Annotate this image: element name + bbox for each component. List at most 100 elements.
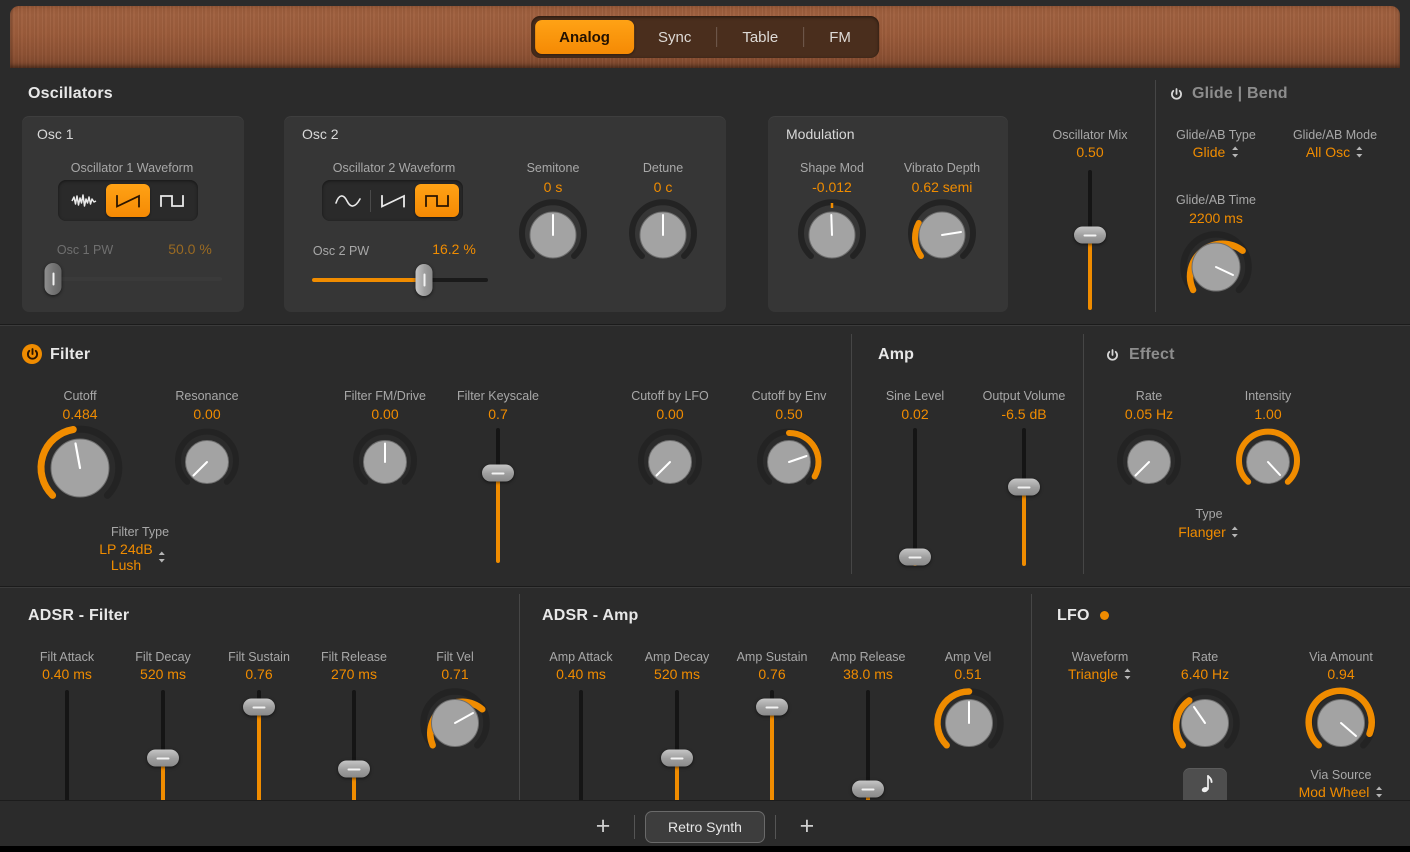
lfo-note-sync-button[interactable] bbox=[1183, 768, 1227, 802]
glide-mode-popup[interactable]: All Osc bbox=[1306, 144, 1364, 160]
filt-attack-label: Filt Attack bbox=[40, 650, 94, 664]
lfo-waveform-popup[interactable]: Triangle bbox=[1068, 666, 1132, 682]
slider-track bbox=[579, 690, 583, 802]
slider-thumb[interactable] bbox=[756, 699, 788, 716]
osc2-waveform-sine[interactable] bbox=[326, 184, 370, 217]
output-volume-slider[interactable] bbox=[1008, 428, 1040, 566]
slider-thumb[interactable] bbox=[338, 761, 370, 778]
cutoff-by-env-knob[interactable] bbox=[757, 430, 821, 494]
osc2-pw-label: Osc 2 PW bbox=[313, 244, 369, 258]
chevron-updown-icon bbox=[1374, 785, 1383, 799]
footer-divider bbox=[634, 815, 635, 839]
amp-attack-label: Amp Attack bbox=[549, 650, 612, 664]
amp-decay-slider[interactable] bbox=[661, 690, 693, 802]
vibrato-depth-knob[interactable] bbox=[908, 201, 976, 269]
lfo-via-amount-label: Via Amount bbox=[1309, 650, 1373, 664]
osc2-waveform-sawtooth[interactable] bbox=[371, 184, 415, 217]
lfo-rate-knob[interactable] bbox=[1170, 688, 1240, 758]
adsr-filter-title: ADSR - Filter bbox=[28, 607, 129, 625]
osc1-waveform-sawtooth[interactable] bbox=[106, 184, 150, 217]
slider-track bbox=[46, 277, 222, 281]
lfo-rate-value: 6.40 Hz bbox=[1181, 666, 1229, 682]
osc2-waveform-square[interactable] bbox=[415, 184, 459, 217]
sine-level-slider[interactable] bbox=[899, 428, 931, 566]
amp-sustain-slider[interactable] bbox=[756, 690, 788, 802]
shape-mod-knob[interactable] bbox=[798, 201, 866, 269]
cutoff-knob[interactable] bbox=[37, 425, 123, 511]
filt-attack-value: 0.40 ms bbox=[42, 666, 92, 682]
cutoff-by-lfo-knob[interactable] bbox=[638, 430, 702, 494]
semitone-value: 0 s bbox=[544, 179, 563, 195]
slider-track bbox=[913, 428, 917, 566]
filter-type-value: LP 24dB Lush bbox=[99, 541, 152, 573]
amp-release-slider[interactable] bbox=[852, 690, 884, 802]
lfo-via-amount-knob[interactable] bbox=[1306, 688, 1376, 758]
filter-power-button[interactable] bbox=[22, 344, 42, 364]
glide-type-popup[interactable]: Glide bbox=[1193, 144, 1240, 160]
filt-vel-knob[interactable] bbox=[420, 688, 490, 758]
slider-thumb[interactable] bbox=[243, 699, 275, 716]
preset-name-button[interactable]: Retro Synth bbox=[645, 811, 765, 843]
filt-decay-slider[interactable] bbox=[147, 690, 179, 802]
tab-sync[interactable]: Sync bbox=[634, 20, 715, 54]
slider-thumb[interactable] bbox=[1008, 479, 1040, 496]
add-plugin-left-button[interactable]: + bbox=[582, 812, 624, 842]
effect-type-popup[interactable]: Flanger bbox=[1178, 524, 1239, 540]
slider-thumb[interactable] bbox=[852, 781, 884, 798]
tab-table[interactable]: Table bbox=[718, 20, 802, 54]
osc1-pw-slider[interactable] bbox=[46, 262, 222, 296]
slider-thumb[interactable] bbox=[147, 750, 179, 767]
filt-decay-label: Filt Decay bbox=[135, 650, 191, 664]
slider-thumb[interactable] bbox=[45, 263, 62, 295]
filt-release-slider[interactable] bbox=[338, 690, 370, 802]
glide-time-knob[interactable] bbox=[1180, 231, 1252, 303]
amp-decay-label: Amp Decay bbox=[645, 650, 710, 664]
filter-fm-drive-knob[interactable] bbox=[353, 430, 417, 494]
amp-vel-knob[interactable] bbox=[934, 688, 1004, 758]
semitone-knob[interactable] bbox=[519, 201, 587, 269]
slider-thumb[interactable] bbox=[661, 750, 693, 767]
slider-thumb[interactable] bbox=[1074, 227, 1106, 244]
oscillator-mix-value: 0.50 bbox=[1076, 144, 1103, 160]
detune-knob[interactable] bbox=[629, 201, 697, 269]
glide-bend-power-button[interactable] bbox=[1166, 84, 1186, 104]
tab-divider bbox=[716, 27, 717, 47]
lfo-via-source-popup[interactable]: Mod Wheel bbox=[1299, 784, 1384, 800]
slider-thumb[interactable] bbox=[482, 465, 514, 482]
filter-keyscale-slider[interactable] bbox=[482, 428, 514, 563]
filter-type-popup[interactable]: LP 24dB Lush bbox=[99, 541, 166, 573]
slider-track bbox=[65, 690, 69, 802]
filt-attack-slider[interactable] bbox=[51, 690, 83, 802]
retro-synth-window: Analog Sync Table FM Oscillators Osc 1 O… bbox=[0, 0, 1410, 852]
osc2-label: Osc 2 bbox=[302, 126, 339, 142]
osc2-pw-slider[interactable] bbox=[312, 263, 488, 297]
slider-fill bbox=[496, 473, 500, 563]
sine-level-value: 0.02 bbox=[901, 406, 928, 422]
osc1-pw-value: 50.0 % bbox=[168, 241, 212, 257]
slider-thumb[interactable] bbox=[416, 264, 433, 296]
tab-fm[interactable]: FM bbox=[805, 20, 875, 54]
amp-vel-label: Amp Vel bbox=[945, 650, 992, 664]
osc1-waveform-square[interactable] bbox=[150, 184, 194, 217]
vibrato-depth-label: Vibrato Depth bbox=[904, 161, 980, 175]
effect-intensity-knob[interactable] bbox=[1236, 430, 1300, 494]
effect-power-button[interactable] bbox=[1102, 345, 1122, 365]
osc1-waveform-label: Oscillator 1 Waveform bbox=[71, 161, 193, 175]
filt-sustain-slider[interactable] bbox=[243, 690, 275, 802]
amp-release-value: 38.0 ms bbox=[843, 666, 893, 682]
osc1-waveform-noise[interactable] bbox=[62, 184, 106, 217]
resonance-label: Resonance bbox=[175, 389, 238, 403]
footer-bar: + Retro Synth + bbox=[0, 800, 1410, 852]
amp-attack-slider[interactable] bbox=[565, 690, 597, 802]
resonance-knob[interactable] bbox=[175, 430, 239, 494]
effect-rate-knob[interactable] bbox=[1117, 430, 1181, 494]
lfo-section-title: LFO bbox=[1057, 607, 1090, 625]
filter-keyscale-label: Filter Keyscale bbox=[457, 389, 539, 403]
effect-section-divider bbox=[1083, 334, 1084, 574]
oscillator-mix-slider[interactable] bbox=[1074, 170, 1106, 310]
amp-release-label: Amp Release bbox=[830, 650, 905, 664]
add-plugin-right-button[interactable]: + bbox=[786, 812, 828, 842]
footer-divider bbox=[775, 815, 776, 839]
slider-thumb[interactable] bbox=[899, 549, 931, 566]
tab-analog[interactable]: Analog bbox=[535, 20, 634, 54]
